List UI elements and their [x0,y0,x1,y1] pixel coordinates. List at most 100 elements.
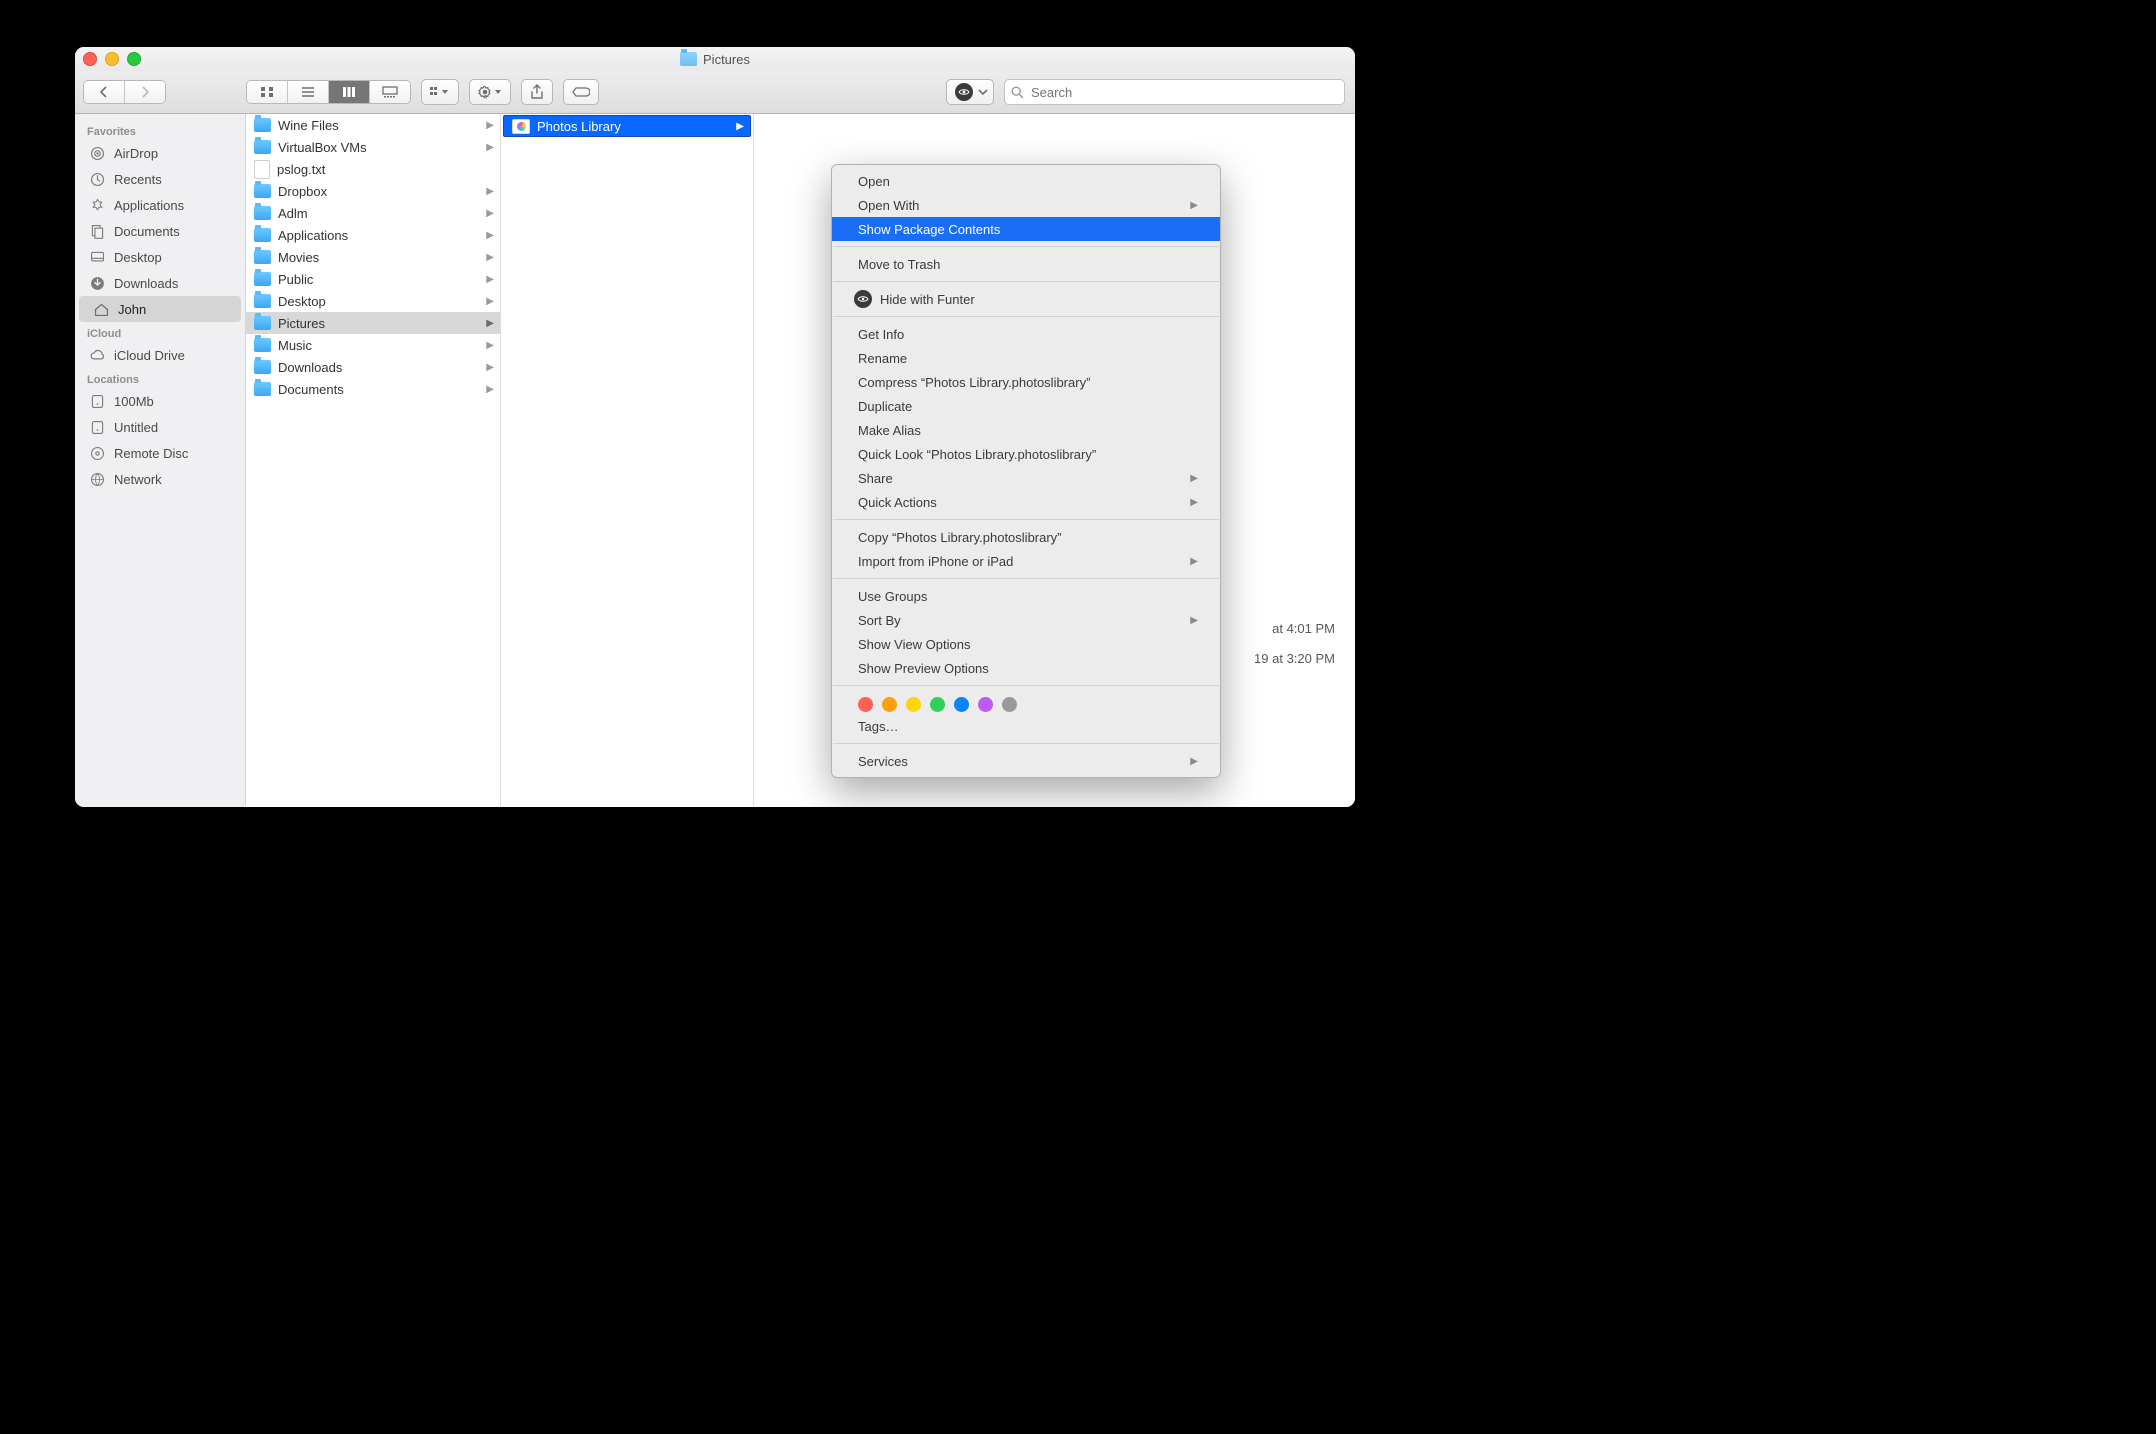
tag-dot[interactable] [882,697,897,712]
list-item-label: Dropbox [278,184,479,199]
sidebar-item-airdrop[interactable]: AirDrop [75,140,245,166]
menu-item[interactable]: Rename [832,346,1220,370]
list-item-label: Applications [278,228,479,243]
menu-item[interactable]: Open [832,169,1220,193]
list-item[interactable]: Downloads▶ [246,356,500,378]
menu-item[interactable]: Open With▶ [832,193,1220,217]
sidebar-item-desktop[interactable]: Desktop [75,244,245,270]
sidebar-item-recents[interactable]: Recents [75,166,245,192]
list-item-label: Documents [278,382,479,397]
menu-item-tags[interactable]: Tags… [832,714,1220,738]
sidebar-item-remote-disc[interactable]: Remote Disc [75,440,245,466]
menu-item[interactable]: Show Package Contents [832,217,1220,241]
menu-item[interactable]: Sort By▶ [832,608,1220,632]
list-item[interactable]: pslog.txt [246,158,500,180]
sidebar-item-100mb[interactable]: 100Mb [75,388,245,414]
menu-item[interactable]: Import from iPhone or iPad▶ [832,549,1220,573]
list-item[interactable]: Applications▶ [246,224,500,246]
list-item[interactable]: Adlm▶ [246,202,500,224]
sidebar-item-documents[interactable]: Documents [75,218,245,244]
list-item-label: Music [278,338,479,353]
disclosure-arrow-icon: ▶ [736,121,744,132]
tag-dot[interactable] [954,697,969,712]
sidebar-item-label: John [118,302,146,317]
search-input[interactable] [1029,84,1338,101]
list-item[interactable]: Music▶ [246,334,500,356]
list-view-button[interactable] [288,81,329,103]
search-field[interactable] [1004,79,1345,105]
menu-item[interactable]: Copy “Photos Library.photoslibrary” [832,525,1220,549]
column-1[interactable]: Wine Files▶VirtualBox VMs▶pslog.txtDropb… [246,114,501,807]
close-button[interactable] [83,52,97,66]
tag-dot[interactable] [930,697,945,712]
menu-item[interactable]: Get Info [832,322,1220,346]
menu-item-label: Open With [858,198,1190,213]
sidebar-item-untitled[interactable]: Untitled [75,414,245,440]
minimize-button[interactable] [105,52,119,66]
column-2[interactable]: Photos Library▶ [501,114,754,807]
sidebar-item-network[interactable]: Network [75,466,245,492]
menu-item[interactable]: Hide with Funter [832,287,1220,311]
share-button[interactable] [521,79,553,105]
menu-item-label: Duplicate [858,399,1198,414]
list-item-label: Movies [278,250,479,265]
tag-dot[interactable] [978,697,993,712]
list-item[interactable]: Dropbox▶ [246,180,500,202]
sidebar-item-john[interactable]: John [79,296,241,322]
menu-separator [833,246,1219,247]
tag-dot[interactable] [1002,697,1017,712]
back-button[interactable] [84,81,125,103]
list-item[interactable]: Pictures▶ [246,312,500,334]
sidebar-item-label: Documents [114,224,180,239]
menu-item[interactable]: Compress “Photos Library.photoslibrary” [832,370,1220,394]
list-item[interactable]: Public▶ [246,268,500,290]
list-item[interactable]: Desktop▶ [246,290,500,312]
list-item[interactable]: Wine Files▶ [246,114,500,136]
list-item[interactable]: Photos Library▶ [503,115,751,137]
tag-dot[interactable] [906,697,921,712]
list-item[interactable]: Movies ▶ [246,246,500,268]
list-item[interactable]: Documents▶ [246,378,500,400]
sidebar-item-downloads[interactable]: Downloads [75,270,245,296]
hdd-icon [89,393,106,410]
submenu-arrow-icon: ▶ [1190,200,1198,211]
icon-view-button[interactable] [247,81,288,103]
nav-segment [83,80,166,104]
sidebar-item-icloud-drive[interactable]: iCloud Drive [75,342,245,368]
funter-toolbar-button[interactable] [946,79,994,105]
menu-item[interactable]: Show Preview Options [832,656,1220,680]
menu-item[interactable]: Make Alias [832,418,1220,442]
menu-separator [833,743,1219,744]
forward-button[interactable] [125,81,165,103]
menu-item[interactable]: Move to Trash [832,252,1220,276]
menu-item-label: Sort By [858,613,1190,628]
menu-item-label: Make Alias [858,423,1198,438]
sidebar-item-label: Untitled [114,420,158,435]
tag-dot[interactable] [858,697,873,712]
folder-icon [254,316,271,330]
menu-item-services[interactable]: Services▶ [832,749,1220,773]
tags-button[interactable] [563,79,599,105]
menu-item[interactable]: Duplicate [832,394,1220,418]
disclosure-arrow-icon: ▶ [486,252,494,263]
sidebar-item-label: 100Mb [114,394,154,409]
menu-item[interactable]: Show View Options [832,632,1220,656]
menu-item[interactable]: Use Groups [832,584,1220,608]
sidebar-item-label: iCloud Drive [114,348,185,363]
group-by-button[interactable] [421,79,459,105]
menu-separator [833,281,1219,282]
menu-item[interactable]: Share▶ [832,466,1220,490]
view-switch [246,80,411,104]
list-item[interactable]: VirtualBox VMs▶ [246,136,500,158]
gallery-view-button[interactable] [370,81,410,103]
menu-separator [833,685,1219,686]
column-view-button[interactable] [329,81,370,103]
menu-item[interactable]: Quick Look “Photos Library.photoslibrary… [832,442,1220,466]
sidebar-item-applications[interactable]: Applications [75,192,245,218]
menu-item[interactable]: Quick Actions▶ [832,490,1220,514]
disclosure-arrow-icon: ▶ [486,120,494,131]
sidebar-header-locations: Locations [75,368,245,388]
zoom-button[interactable] [127,52,141,66]
sidebar: Favorites AirDrop Recents Applications D… [75,114,246,807]
action-button[interactable] [469,79,511,105]
